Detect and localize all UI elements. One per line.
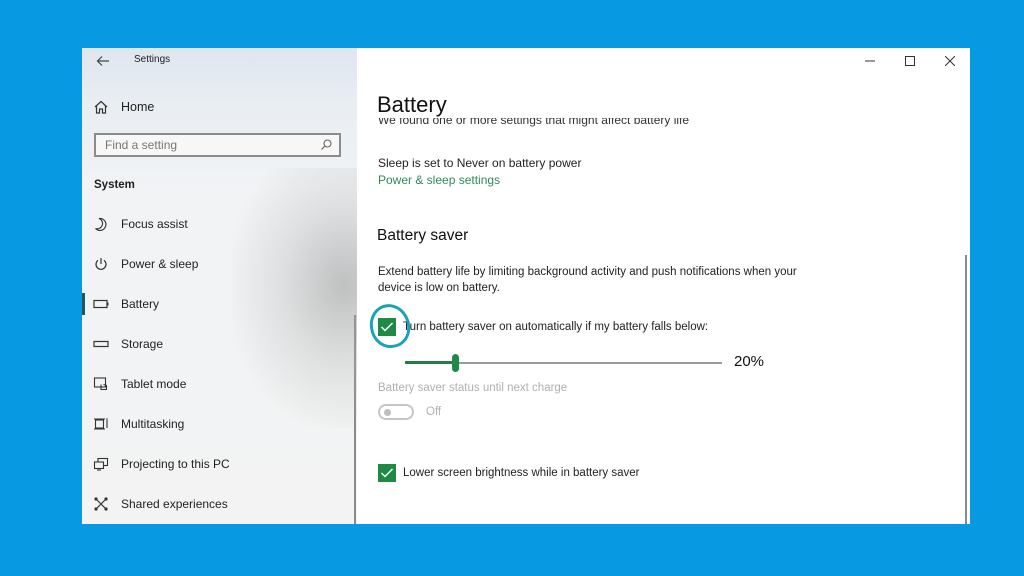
projecting-icon <box>92 455 110 473</box>
selected-indicator <box>82 293 85 315</box>
settings-notice: We found one or more settings that might… <box>378 118 690 127</box>
title-bar: Settings <box>82 48 357 76</box>
sidebar-item-projecting[interactable]: Projecting to this PC <box>82 444 357 484</box>
settings-window: Settings Home System Focus assist <box>82 48 970 524</box>
home-nav-item[interactable]: Home <box>92 96 154 118</box>
back-arrow-icon <box>96 56 109 66</box>
maximize-icon <box>905 56 915 66</box>
close-icon <box>945 56 955 66</box>
sidebar-item-label: Tablet mode <box>121 377 187 391</box>
toggle-knob <box>384 409 391 416</box>
sleep-notice: Sleep is set to Never on battery power <box>378 156 582 170</box>
battery-saver-status-toggle[interactable] <box>378 404 414 420</box>
checkmark-icon <box>380 468 394 478</box>
sidebar-item-label: Focus assist <box>121 217 188 231</box>
sidebar-item-shared-experiences[interactable]: Shared experiences <box>82 484 357 524</box>
sidebar-item-power-sleep[interactable]: Power & sleep <box>82 244 357 284</box>
search-input[interactable] <box>96 137 317 153</box>
home-label: Home <box>121 100 155 114</box>
lower-brightness-option[interactable]: Lower screen brightness while in battery… <box>378 464 640 482</box>
power-icon <box>92 255 110 273</box>
shared-experiences-icon <box>92 495 110 513</box>
auto-battery-saver-label: Turn battery saver on automatically if m… <box>403 321 709 333</box>
battery-icon <box>92 295 110 313</box>
minimize-button[interactable] <box>850 48 890 74</box>
sidebar-item-tablet-mode[interactable]: Tablet mode <box>82 364 357 404</box>
sidebar-item-label: Projecting to this PC <box>121 457 230 471</box>
lower-brightness-label: Lower screen brightness while in battery… <box>403 467 640 479</box>
sidebar-item-storage[interactable]: Storage <box>82 324 357 364</box>
sidebar-item-label: Battery <box>121 297 160 311</box>
search-box[interactable] <box>94 133 341 157</box>
lower-brightness-checkbox[interactable] <box>378 464 396 482</box>
sidebar-item-label: Storage <box>121 337 164 351</box>
close-button[interactable] <box>930 48 970 74</box>
slider-value: 20% <box>734 353 765 370</box>
slider-thumb[interactable] <box>452 354 459 372</box>
sidebar-scrollbar[interactable] <box>354 315 356 524</box>
battery-saver-status-label: Battery saver status until next charge <box>378 382 568 394</box>
app-title: Settings <box>134 54 171 65</box>
auto-battery-saver-checkbox[interactable] <box>378 318 396 336</box>
maximize-button[interactable] <box>890 48 930 74</box>
sidebar-item-label: Power & sleep <box>121 257 199 271</box>
main-content: Battery We found one or more settings th… <box>360 48 970 524</box>
section-title: System <box>94 179 135 191</box>
battery-saver-description: Extend battery life by limiting backgrou… <box>378 266 797 294</box>
slider-fill <box>405 361 455 364</box>
page-title: Battery <box>377 92 447 117</box>
storage-icon <box>92 335 110 353</box>
back-button[interactable] <box>92 52 114 72</box>
moon-icon <box>92 215 110 233</box>
sidebar-item-battery[interactable]: Battery <box>82 284 357 324</box>
checkmark-icon <box>380 322 394 332</box>
battery-threshold-slider[interactable] <box>405 354 722 372</box>
battery-saver-status-toggle-row: Off <box>378 404 441 420</box>
sidebar: Settings Home System Focus assist <box>82 48 357 524</box>
battery-saver-heading: Battery saver <box>377 227 469 244</box>
sidebar-item-multitasking[interactable]: Multitasking <box>82 404 357 444</box>
minimize-icon <box>865 60 875 62</box>
content-scrollbar[interactable] <box>965 255 967 524</box>
auto-battery-saver-option[interactable]: Turn battery saver on automatically if m… <box>378 318 708 336</box>
settings-notice-clipped: We found one or more settings that might… <box>378 118 798 134</box>
home-icon <box>92 98 110 116</box>
sidebar-item-label: Shared experiences <box>121 497 228 511</box>
window-controls <box>850 48 970 74</box>
tablet-mode-icon <box>92 375 110 393</box>
power-sleep-settings-link[interactable]: Power & sleep settings <box>378 173 500 187</box>
sidebar-nav: Focus assist Power & sleep Battery Stora… <box>82 204 357 524</box>
search-icon[interactable] <box>319 138 333 152</box>
sidebar-item-label: Multitasking <box>121 417 185 431</box>
multitasking-icon <box>92 415 110 433</box>
toggle-state-label: Off <box>426 406 442 418</box>
sidebar-item-focus-assist[interactable]: Focus assist <box>82 204 357 244</box>
